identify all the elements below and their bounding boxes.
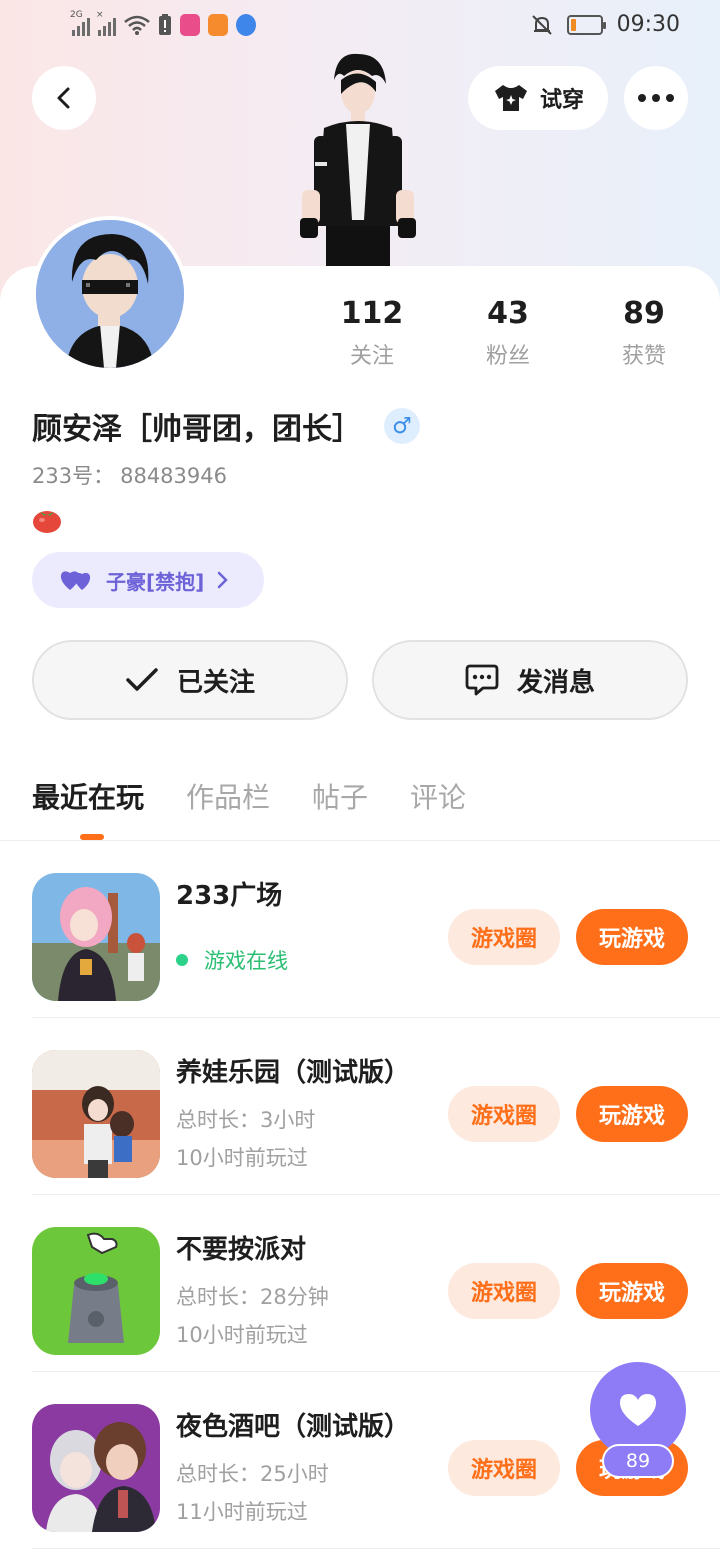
following-stat[interactable]: 112 关注 [304,296,440,370]
user-id-label: 233号： [32,464,115,488]
tab-works[interactable]: 作品栏 [186,776,270,816]
following-count: 112 [340,296,404,331]
game-online-status: 游戏在线 [176,945,288,975]
game-icon-night-bar[interactable] [32,1404,160,1532]
tomato-icon [33,511,61,533]
chevron-left-icon [57,87,70,109]
avatar-3d-figure [300,53,416,266]
heart-icon [620,1394,656,1426]
clock: 09:30 [616,12,680,37]
message-label: 发消息 [516,667,595,698]
game-icon-233-square[interactable] [32,873,160,1001]
game-title: 不要按派对 [176,1235,307,1265]
likes-count: 89 [623,296,665,331]
play-game-button[interactable]: 玩游戏 [576,909,688,965]
floating-like-count: 89 [602,1444,674,1478]
game-total-time: 总时长：28分钟 [176,1285,329,1309]
try-on-button[interactable]: 试穿 [468,66,608,130]
chevron-right-icon [218,571,229,589]
app-icon-orange [208,14,228,36]
profile-tabs: 最近在玩 作品栏 帖子 评论 [32,776,466,816]
wifi-icon [124,15,150,35]
gender-male-icon: ♂ [384,408,420,444]
app-icon-pink [180,14,200,36]
message-button[interactable]: 发消息 [372,640,688,720]
likes-label: 获赞 [621,344,666,369]
followed-button[interactable]: 已关注 [32,640,348,720]
game-online-label: 游戏在线 [204,949,288,973]
game-total-time: 总时长：3小时 [176,1108,316,1132]
signal-x-icon: × [96,10,116,36]
likes-stat[interactable]: 89 获赞 [576,296,712,370]
relationship-tag[interactable]: 子豪[禁抱] [32,552,264,608]
battery-fill [570,18,576,31]
battery-icon [566,14,606,35]
game-circle-button[interactable]: 游戏圈 [448,909,560,965]
profile-stats: 112 关注 43 粉丝 89 获赞 [304,296,712,370]
battery-alert-icon [159,14,171,35]
followers-count: 43 [487,296,529,331]
game-icon-dont-press-party[interactable] [32,1227,160,1355]
online-dot-icon [176,954,188,966]
tab-recently-played[interactable]: 最近在玩 [32,776,144,816]
back-button[interactable] [32,66,96,130]
game-last-played: 10小时前玩过 [176,1146,308,1170]
game-total-time: 总时长：25小时 [176,1462,329,1486]
more-dots-icon [638,94,674,102]
shirt-sparkle-icon [494,85,527,111]
check-icon [126,668,158,691]
following-label: 关注 [349,344,394,369]
play-game-button[interactable]: 玩游戏 [576,1263,688,1319]
status-bar: 2G × 09:30 [0,0,720,56]
game-last-played: 10小时前玩过 [176,1323,308,1347]
chat-bubble-icon [465,664,499,696]
relationship-tag-label: 子豪[禁抱] [106,569,205,594]
game-last-played: 11小时前玩过 [176,1500,308,1524]
row-divider [32,1548,720,1549]
user-id: 233号： 88483946 [32,460,227,490]
game-row[interactable]: 233广场 游戏在线 游戏圈 玩游戏 [0,841,720,1018]
game-icon-baby-park[interactable] [32,1050,160,1178]
followers-stat[interactable]: 43 粉丝 [440,296,576,370]
profile-name: 顾安泽［帅哥团，团长］ [32,412,362,447]
app-icon-blue [236,14,256,36]
name-row: 顾安泽［帅哥团，团长］ ♂ [32,404,420,448]
game-circle-button[interactable]: 游戏圈 [448,1086,560,1142]
game-circle-button[interactable]: 游戏圈 [448,1263,560,1319]
game-title: 233广场 [176,881,283,911]
game-row[interactable]: 养娃乐园（测试版） 总时长：3小时 10小时前玩过 游戏圈 玩游戏 [0,1018,720,1195]
more-button[interactable] [624,66,688,130]
followed-label: 已关注 [176,667,255,698]
play-game-button[interactable]: 玩游戏 [576,1086,688,1142]
game-title: 夜色酒吧（测试版） [176,1412,411,1442]
game-title: 养娃乐园（测试版） [176,1058,411,1088]
signal-icon: 2G [70,10,90,36]
tab-posts[interactable]: 帖子 [312,776,368,816]
mute-bell-icon [531,14,552,35]
game-circle-button[interactable]: 游戏圈 [448,1440,560,1496]
followers-label: 粉丝 [485,344,530,369]
avatar[interactable] [32,216,188,372]
try-on-label: 试穿 [539,88,584,113]
double-heart-icon [60,571,91,590]
network-type-label: 2G [70,10,83,20]
game-row[interactable]: 不要按派对 总时长：28分钟 10小时前玩过 游戏圈 玩游戏 [0,1195,720,1372]
tab-comments[interactable]: 评论 [410,776,466,816]
user-id-value: 88483946 [120,464,227,488]
